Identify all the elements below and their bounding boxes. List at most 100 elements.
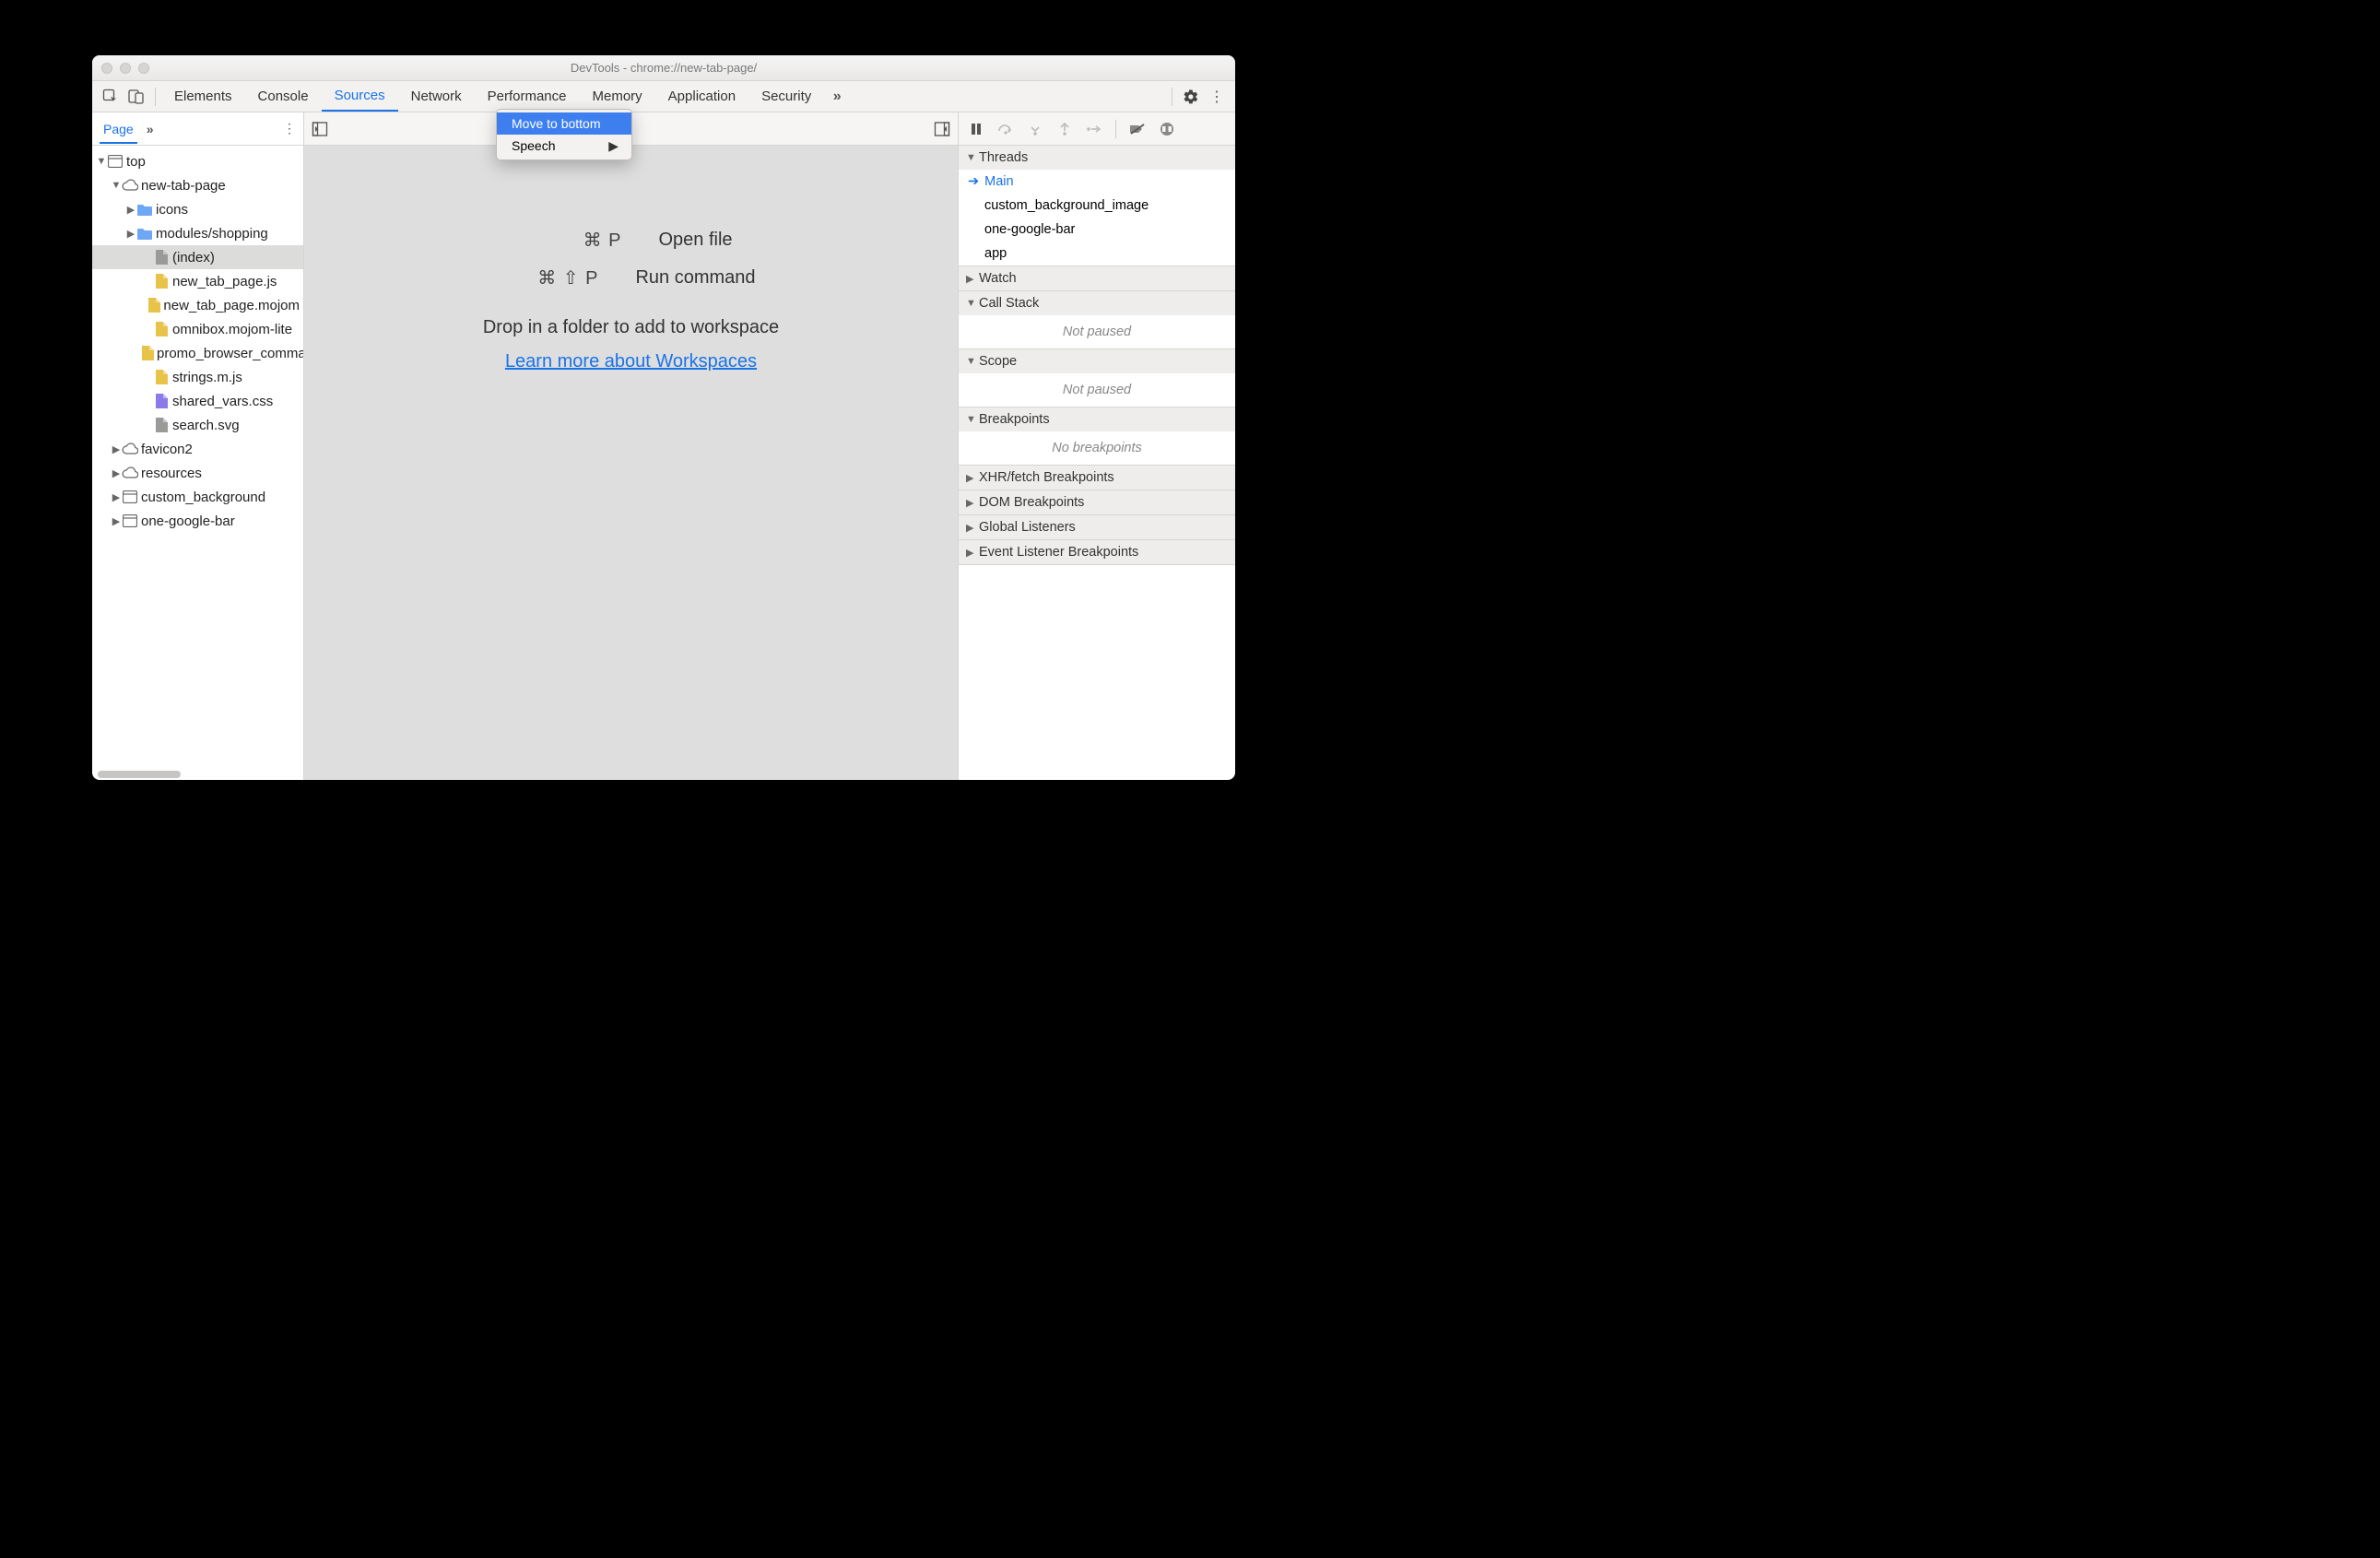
- thread-item-main[interactable]: ➔Main: [959, 170, 1235, 194]
- show-debugger-icon[interactable]: [934, 121, 950, 137]
- tree-item-top[interactable]: ▼top: [92, 149, 303, 173]
- tree-item-label: promo_browser_command: [157, 346, 303, 361]
- settings-icon[interactable]: [1178, 84, 1204, 110]
- kebab-menu-icon[interactable]: ⋮: [1204, 84, 1230, 110]
- shortcut-run-command: ⌘ ⇧ P Run command: [506, 266, 755, 289]
- horizontal-scrollbar[interactable]: [92, 769, 303, 780]
- separator: [1115, 120, 1116, 138]
- tree-item--index-[interactable]: (index): [92, 245, 303, 269]
- tree-item-omnibox-mojom-lite[interactable]: omnibox.mojom-lite: [92, 317, 303, 341]
- tree-item-modules-shopping[interactable]: ▶modules/shopping: [92, 221, 303, 245]
- disclosure-triangle-icon[interactable]: ▶: [125, 204, 136, 216]
- disclosure-triangle-icon[interactable]: ▼: [96, 156, 107, 167]
- tree-item-icons[interactable]: ▶ icons: [92, 197, 303, 221]
- thread-item-custom-background-image[interactable]: custom_background_image: [959, 194, 1235, 218]
- disclosure-triangle-icon: ▼: [966, 414, 977, 425]
- tree-item-new-tab-page[interactable]: ▼new-tab-page: [92, 173, 303, 197]
- tree-item-label: favicon2: [141, 442, 193, 457]
- tree-item-promo-browser-command[interactable]: promo_browser_command: [92, 341, 303, 365]
- tab-elements[interactable]: Elements: [161, 81, 245, 112]
- separator: [155, 88, 156, 106]
- tree-item-new-tab-page-mojom[interactable]: new_tab_page.mojom: [92, 293, 303, 317]
- tree-item-shared-vars-css[interactable]: shared_vars.css: [92, 389, 303, 413]
- disclosure-triangle-icon[interactable]: ▶: [111, 467, 122, 479]
- navigator-header: Page » ⋮: [92, 112, 303, 146]
- section-header-global[interactable]: ▶Global Listeners: [959, 515, 1235, 539]
- step-icon[interactable]: [1082, 117, 1106, 141]
- context-menu-item-move-to-bottom[interactable]: Move to bottom: [497, 112, 631, 135]
- section-empty-message: Not paused: [959, 373, 1235, 407]
- thread-label: app: [984, 246, 1007, 261]
- tree-item-one-google-bar[interactable]: ▶ one-google-bar: [92, 509, 303, 533]
- tree-item-label: search.svg: [172, 418, 240, 433]
- folder-icon: [136, 228, 153, 240]
- tab-memory[interactable]: Memory: [580, 81, 655, 112]
- disclosure-triangle-icon: ▶: [966, 547, 977, 559]
- section-header-dom[interactable]: ▶DOM Breakpoints: [959, 490, 1235, 514]
- device-toggle-icon[interactable]: [124, 84, 149, 110]
- step-out-icon[interactable]: [1053, 117, 1077, 141]
- file-tree: ▼top▼new-tab-page ▶ icons ▶modules/shopping…: [92, 146, 303, 769]
- tab-sources[interactable]: Sources: [322, 81, 398, 112]
- tree-item-search-svg[interactable]: search.svg: [92, 413, 303, 437]
- disclosure-triangle-icon: ▶: [966, 472, 977, 484]
- doc-yellow-icon: [153, 370, 170, 384]
- step-over-icon[interactable]: [994, 117, 1018, 141]
- section-header-scope[interactable]: ▼Scope: [959, 349, 1235, 373]
- doc-yellow-icon: [153, 274, 170, 289]
- current-thread-arrow-icon: ➔: [968, 174, 979, 189]
- more-tabs-icon[interactable]: »: [824, 84, 850, 110]
- section-header-xhr[interactable]: ▶XHR/fetch Breakpoints: [959, 466, 1235, 490]
- tab-application[interactable]: Application: [655, 81, 748, 112]
- cloud-icon: [122, 179, 138, 192]
- thread-item-app[interactable]: app: [959, 242, 1235, 266]
- section-header-event[interactable]: ▶Event Listener Breakpoints: [959, 540, 1235, 564]
- tree-item-label: icons: [156, 202, 188, 218]
- navigator-more-tabs-icon[interactable]: »: [147, 122, 154, 136]
- section-label: Scope: [979, 354, 1017, 369]
- step-into-icon[interactable]: [1023, 117, 1047, 141]
- tab-network[interactable]: Network: [398, 81, 475, 112]
- section-header-watch[interactable]: ▶Watch: [959, 266, 1235, 290]
- tree-item-favicon2[interactable]: ▶ favicon2: [92, 437, 303, 461]
- section-label: DOM Breakpoints: [979, 495, 1084, 510]
- disclosure-triangle-icon[interactable]: ▶: [111, 491, 122, 503]
- disclosure-triangle-icon[interactable]: ▶: [125, 228, 136, 240]
- tree-item-new-tab-page-js[interactable]: new_tab_page.js: [92, 269, 303, 293]
- thread-item-one-google-bar[interactable]: one-google-bar: [959, 218, 1235, 242]
- shortcut-keys: ⌘ ⇧ P: [506, 266, 598, 289]
- folder-icon: [136, 204, 153, 216]
- doc-gray-icon: [153, 418, 170, 432]
- inspect-icon[interactable]: [98, 84, 124, 110]
- tab-security[interactable]: Security: [748, 81, 824, 112]
- pause-icon[interactable]: [964, 117, 988, 141]
- tree-item-label: custom_background: [141, 490, 265, 505]
- thread-label: one-google-bar: [984, 222, 1075, 237]
- tree-item-label: one-google-bar: [141, 513, 235, 529]
- workspaces-learn-more-link[interactable]: Learn more about Workspaces: [505, 351, 757, 372]
- disclosure-triangle-icon[interactable]: ▶: [111, 515, 122, 527]
- disclosure-triangle-icon[interactable]: ▼: [111, 180, 122, 191]
- section-header-breakpoints[interactable]: ▼Breakpoints: [959, 407, 1235, 431]
- disclosure-triangle-icon: ▼: [966, 356, 977, 367]
- section-header-threads[interactable]: ▼Threads: [959, 146, 1235, 170]
- section-label: Call Stack: [979, 296, 1039, 311]
- tree-item-strings-m-js[interactable]: strings.m.js: [92, 365, 303, 389]
- deactivate-breakpoints-icon[interactable]: [1125, 117, 1149, 141]
- show-navigator-icon[interactable]: [312, 121, 328, 137]
- tree-item-label: new_tab_page.js: [172, 274, 277, 289]
- tree-item-resources[interactable]: ▶resources: [92, 461, 303, 485]
- navigator-pane: Page » ⋮ ▼top▼new-tab-page ▶ icons ▶modules…: [92, 112, 304, 780]
- navigator-tab-page[interactable]: Page: [100, 114, 137, 144]
- context-menu-item-speech[interactable]: Speech ▶: [497, 135, 631, 157]
- tab-console[interactable]: Console: [245, 81, 322, 112]
- tab-performance[interactable]: Performance: [475, 81, 580, 112]
- pause-on-exceptions-icon[interactable]: [1155, 117, 1179, 141]
- disclosure-triangle-icon: ▶: [966, 497, 977, 509]
- tree-item-custom-background[interactable]: ▶ custom_background: [92, 485, 303, 509]
- shortcut-label: Run command: [635, 267, 755, 289]
- navigator-menu-icon[interactable]: ⋮: [283, 121, 296, 136]
- section-header-callstack[interactable]: ▼Call Stack: [959, 291, 1235, 315]
- disclosure-triangle-icon[interactable]: ▶: [111, 443, 122, 455]
- section-empty-message: Not paused: [959, 315, 1235, 348]
